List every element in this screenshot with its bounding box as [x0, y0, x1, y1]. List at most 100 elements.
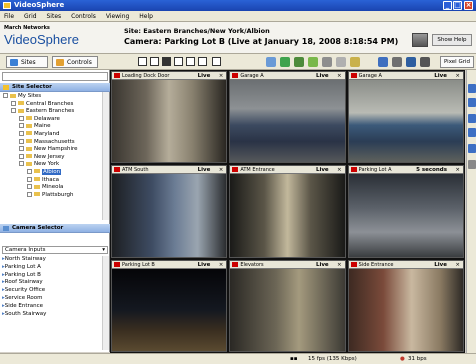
show-help-button[interactable]: Show Help [432, 34, 472, 46]
expand-toggle-icon[interactable] [27, 184, 32, 190]
expand-toggle-icon[interactable] [27, 176, 32, 182]
expand-toggle-icon[interactable] [11, 100, 16, 106]
camera-tile[interactable]: Garage A Live × [347, 71, 464, 164]
close-icon[interactable]: × [337, 166, 342, 173]
snapshot-icon[interactable] [336, 57, 346, 67]
camera-feed[interactable] [230, 80, 345, 163]
record-icon[interactable] [294, 57, 304, 67]
site-tree-item[interactable]: Delaware [0, 115, 110, 124]
ptz-down-icon[interactable] [468, 98, 476, 107]
menu-sites[interactable]: Sites [42, 11, 65, 22]
camera-tile[interactable]: Loading Dock Door Live × [111, 71, 228, 164]
camera-feed[interactable] [112, 80, 227, 163]
close-icon[interactable]: × [219, 166, 224, 173]
layout-3x3-icon[interactable] [162, 57, 171, 66]
expand-toggle-icon[interactable] [19, 153, 24, 159]
camera-tile[interactable]: ATM Entrance Live × [229, 165, 346, 258]
camera-feed[interactable] [348, 268, 463, 351]
camera-list-item[interactable]: ▸Roof Stairway [2, 279, 102, 287]
expand-toggle-icon[interactable] [3, 93, 8, 98]
menu-viewing[interactable]: Viewing [102, 11, 134, 22]
maximize-button[interactable]: □ [453, 1, 462, 10]
camera-tile[interactable]: Garage A Live × [229, 71, 346, 164]
close-icon[interactable]: × [455, 72, 460, 79]
expand-toggle-icon[interactable] [27, 191, 32, 197]
site-tree-item[interactable]: Maryland [0, 130, 110, 139]
camera-tile[interactable]: Parking Lot A 5 seconds × [347, 165, 464, 258]
site-tree-scrollbar[interactable] [102, 92, 109, 220]
menu-controls[interactable]: Controls [67, 11, 100, 22]
site-tree-item[interactable]: New Hampshire [0, 146, 110, 154]
expand-toggle-icon[interactable] [19, 146, 24, 152]
zoom-icon[interactable] [266, 57, 276, 67]
camera-list-item[interactable]: ▸North Stairway [2, 256, 102, 264]
site-search-input[interactable] [2, 72, 108, 81]
expand-toggle-icon[interactable] [19, 115, 24, 121]
pixel-grid-button[interactable]: Pixel Grid [440, 56, 474, 68]
layout-1x1-icon[interactable] [138, 57, 147, 66]
camera-tile[interactable]: Elevators Live × [229, 259, 346, 352]
expand-toggle-icon[interactable] [11, 108, 16, 114]
camera-list-item[interactable]: ▸South Stairway [2, 311, 102, 319]
close-icon[interactable]: × [455, 166, 460, 173]
expand-toggle-icon[interactable] [19, 161, 24, 167]
site-tree-item[interactable]: Mineola [0, 184, 110, 192]
zoom-in-icon[interactable] [468, 144, 476, 153]
camera-list-item[interactable]: ▸Security Office [2, 287, 102, 295]
camera-tile[interactable]: Side Entrance Live × [347, 259, 464, 352]
ptz-up-icon[interactable] [468, 84, 476, 93]
layout-4x4-icon[interactable] [174, 57, 183, 66]
layout-1plus7-icon[interactable] [198, 57, 207, 66]
site-tree-item[interactable]: Plattsburgh [0, 191, 110, 200]
camera-inputs-dropdown[interactable]: Camera Inputs ▾ [2, 246, 108, 254]
camera-list-item[interactable]: ▸Side Entrance [2, 303, 102, 311]
settings-icon[interactable] [406, 57, 416, 67]
menu-help[interactable]: Help [135, 11, 157, 22]
camera-selector-header[interactable]: Camera Selector [0, 224, 110, 233]
site-tree-item[interactable]: Central Branches [0, 100, 110, 109]
camera-feed[interactable] [230, 268, 345, 351]
search-icon[interactable] [350, 57, 360, 67]
expand-toggle-icon[interactable] [19, 130, 24, 136]
site-tree-item[interactable]: Ithaca [0, 176, 110, 185]
layout-1plus5-icon[interactable] [186, 57, 195, 66]
close-icon[interactable]: × [219, 72, 224, 79]
site-tree-item[interactable]: Maine [0, 123, 110, 131]
menu-grid[interactable]: Grid [20, 11, 41, 22]
minimize-button[interactable]: _ [443, 1, 452, 10]
help-monitor-icon[interactable] [412, 33, 428, 47]
ptz-right-icon[interactable] [468, 128, 476, 137]
print-icon[interactable] [392, 57, 402, 67]
camera-list-item[interactable]: ▸Service Room [2, 295, 102, 303]
camera-feed[interactable] [112, 268, 227, 351]
expand-toggle-icon[interactable] [19, 123, 24, 129]
fullscreen-icon[interactable] [212, 57, 221, 66]
camera-list-item[interactable]: ▸Parking Lot B [2, 272, 102, 280]
camera-feed[interactable] [230, 174, 345, 257]
camera-list-scrollbar[interactable] [102, 256, 109, 350]
site-tree-item[interactable]: New York [0, 161, 110, 169]
close-icon[interactable]: × [337, 72, 342, 79]
camera-feed[interactable] [112, 174, 227, 257]
close-icon[interactable]: × [337, 261, 342, 268]
camera-feed[interactable] [348, 80, 463, 163]
menu-file[interactable]: File [0, 11, 18, 22]
site-tree-item[interactable]: Massachusetts [0, 138, 110, 147]
site-tree-item[interactable]: My Sites [0, 93, 110, 101]
expand-toggle-icon[interactable] [19, 138, 24, 144]
expand-toggle-icon[interactable] [27, 168, 32, 174]
play-icon[interactable] [280, 57, 290, 67]
preset-icon[interactable] [468, 160, 476, 169]
camera-list-item[interactable]: ▸Parking Lot A [2, 264, 102, 272]
site-tree-item[interactable]: New Jersey [0, 153, 110, 162]
close-icon[interactable]: × [455, 261, 460, 268]
camera-tile[interactable]: ATM South Live × [111, 165, 228, 258]
audio-icon[interactable] [308, 57, 318, 67]
close-button[interactable]: × [464, 1, 473, 10]
tab-controls[interactable]: Controls [52, 56, 98, 68]
close-icon[interactable]: × [219, 261, 224, 268]
ptz-left-icon[interactable] [468, 114, 476, 123]
site-selector-header[interactable]: Site Selector [0, 83, 110, 92]
sequence-icon[interactable] [378, 57, 388, 67]
export-icon[interactable] [322, 57, 332, 67]
